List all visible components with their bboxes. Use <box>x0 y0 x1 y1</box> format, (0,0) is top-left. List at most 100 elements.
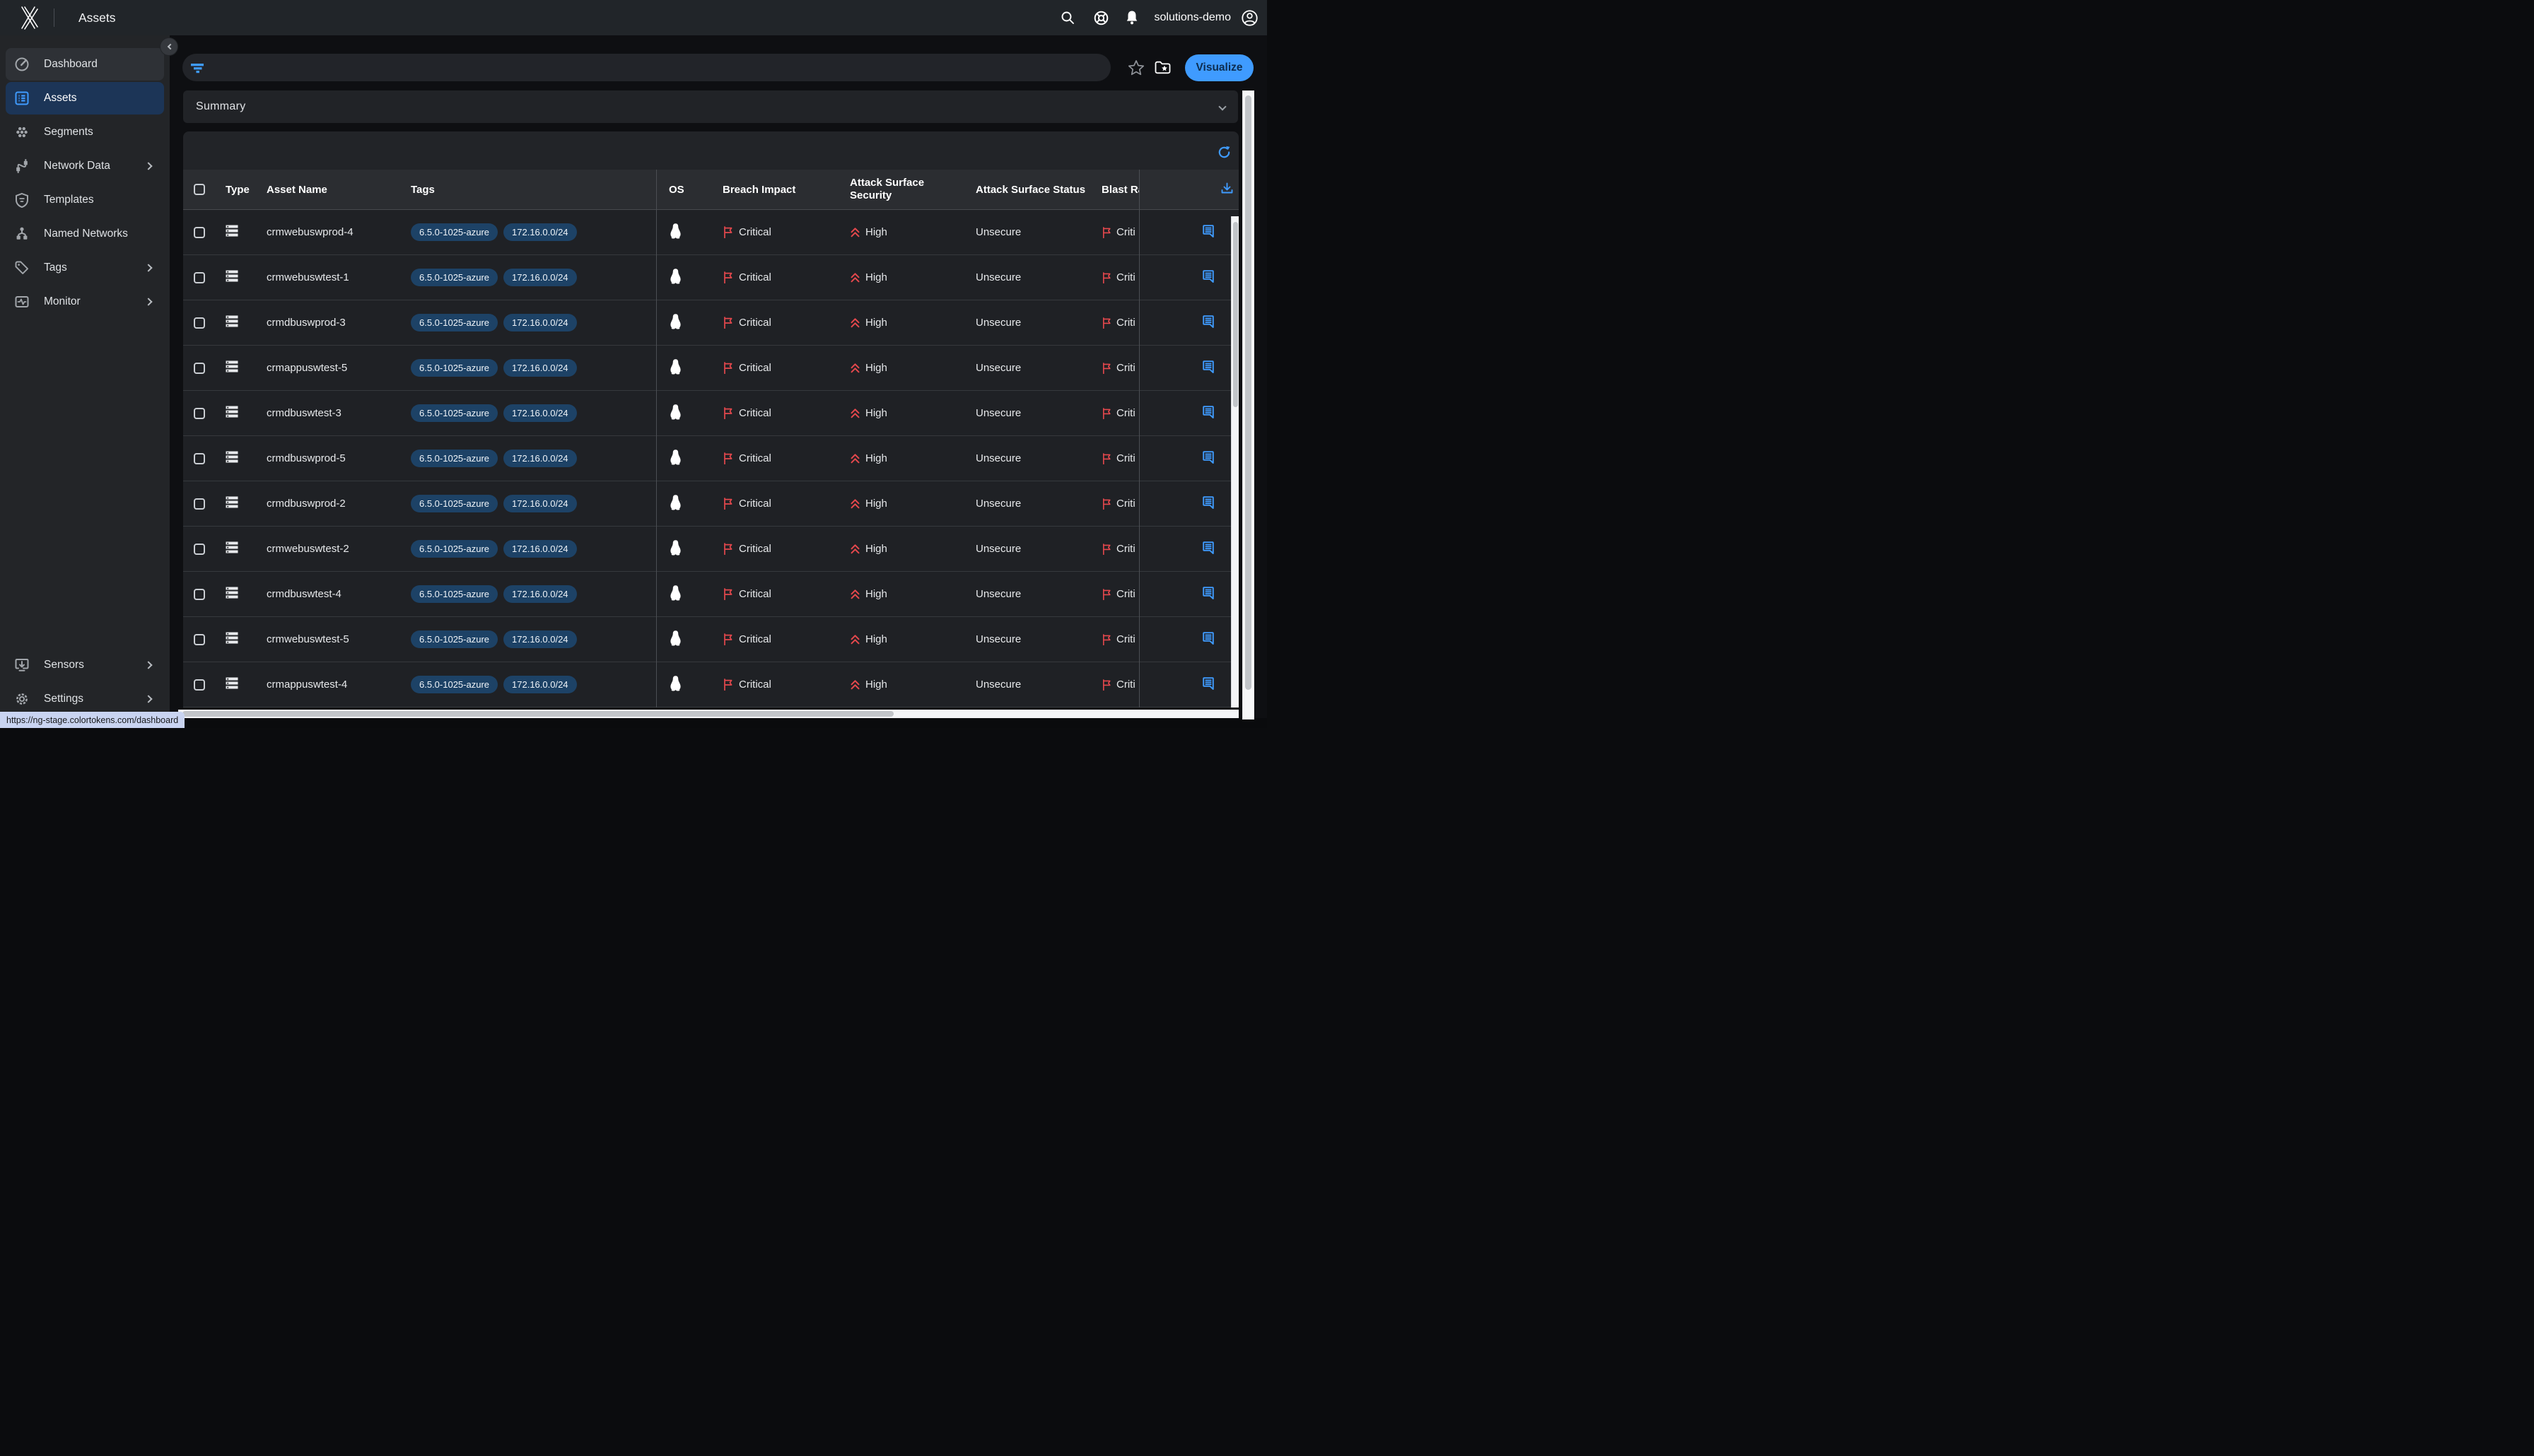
asset-name[interactable]: crmappuswtest-4 <box>250 679 395 691</box>
header-cell-attack-surface-security[interactable]: Attack Surface Security <box>839 177 965 201</box>
page-vertical-scrollbar[interactable] <box>1242 90 1254 720</box>
visualize-button[interactable]: Visualize <box>1185 54 1254 81</box>
asset-name[interactable]: crmwebuswtest-2 <box>250 543 395 555</box>
page-vertical-scrollbar-thumb[interactable] <box>1245 95 1251 690</box>
refresh-icon[interactable] <box>1215 143 1232 160</box>
favorite-star-icon[interactable] <box>1128 59 1145 76</box>
sidebar-item-dashboard[interactable]: Dashboard <box>6 48 164 81</box>
asset-name[interactable]: crmdbuswtest-3 <box>250 407 395 419</box>
row-checkbox[interactable] <box>194 227 205 238</box>
tag-pill[interactable]: 172.16.0.0/24 <box>503 404 577 422</box>
row-checkbox[interactable] <box>194 498 205 510</box>
tag-pill[interactable]: 6.5.0-1025-azure <box>411 404 498 422</box>
asset-details-bubble-icon[interactable] <box>1202 360 1215 374</box>
row-checkbox[interactable] <box>194 634 205 645</box>
asset-details-bubble-icon[interactable] <box>1202 269 1215 283</box>
tag-pill[interactable]: 6.5.0-1025-azure <box>411 676 498 693</box>
sidebar-item-named-networks[interactable]: Named Networks <box>6 218 164 250</box>
tag-pill[interactable]: 172.16.0.0/24 <box>503 630 577 648</box>
table-row[interactable]: crmwebuswtest-1 6.5.0-1025-azure 172.16.… <box>183 255 1239 300</box>
filter-query-input[interactable] <box>182 54 1111 81</box>
tag-pill[interactable]: 172.16.0.0/24 <box>503 676 577 693</box>
table-vertical-scrollbar[interactable] <box>1231 216 1239 708</box>
table-row[interactable]: crmdbuswtest-4 6.5.0-1025-azure 172.16.0… <box>183 572 1239 617</box>
sidebar-item-settings[interactable]: Settings <box>6 683 164 715</box>
table-row[interactable]: crmappuswtest-5 6.5.0-1025-azure 172.16.… <box>183 346 1239 391</box>
header-cell-os[interactable]: OS <box>656 184 713 196</box>
tag-pill[interactable]: 172.16.0.0/24 <box>503 223 577 241</box>
table-horizontal-scrollbar[interactable] <box>178 710 1239 718</box>
asset-name[interactable]: crmappuswtest-5 <box>250 362 395 374</box>
sidebar-item-monitor[interactable]: Monitor <box>6 286 164 318</box>
tag-pill[interactable]: 172.16.0.0/24 <box>503 540 577 558</box>
tag-pill[interactable]: 6.5.0-1025-azure <box>411 314 498 331</box>
header-cell-attack-surface-status[interactable]: Attack Surface Status <box>965 184 1093 196</box>
header-cell-breach-impact[interactable]: Breach Impact <box>713 184 839 196</box>
tag-pill[interactable]: 6.5.0-1025-azure <box>411 495 498 512</box>
account-avatar-icon[interactable] <box>1241 9 1259 27</box>
tag-pill[interactable]: 6.5.0-1025-azure <box>411 540 498 558</box>
row-checkbox[interactable] <box>194 272 205 283</box>
asset-details-bubble-icon[interactable] <box>1202 676 1215 691</box>
asset-name[interactable]: crmdbuswprod-2 <box>250 498 395 510</box>
table-row[interactable]: crmdbuswprod-2 6.5.0-1025-azure 172.16.0… <box>183 481 1239 527</box>
tag-pill[interactable]: 172.16.0.0/24 <box>503 585 577 603</box>
tag-pill[interactable]: 172.16.0.0/24 <box>503 314 577 331</box>
tag-pill[interactable]: 6.5.0-1025-azure <box>411 223 498 241</box>
table-row[interactable]: crmdbuswprod-5 6.5.0-1025-azure 172.16.0… <box>183 436 1239 481</box>
tag-pill[interactable]: 6.5.0-1025-azure <box>411 269 498 286</box>
chevron-down-icon[interactable] <box>1220 100 1225 113</box>
asset-name[interactable]: crmwebuswtest-5 <box>250 633 395 645</box>
asset-details-bubble-icon[interactable] <box>1202 315 1215 329</box>
tag-pill[interactable]: 172.16.0.0/24 <box>503 269 577 286</box>
sidebar-item-tags[interactable]: Tags <box>6 252 164 284</box>
row-checkbox[interactable] <box>194 408 205 419</box>
asset-details-bubble-icon[interactable] <box>1202 405 1215 419</box>
sidebar-item-network-data[interactable]: Network Data <box>6 150 164 182</box>
header-cell-tags[interactable]: Tags <box>395 184 656 196</box>
asset-name[interactable]: crmwebuswtest-1 <box>250 271 395 283</box>
search-icon[interactable] <box>1060 10 1075 25</box>
sidebar-collapse-button[interactable] <box>160 38 177 55</box>
summary-panel-header[interactable]: Summary <box>183 90 1238 123</box>
row-checkbox[interactable] <box>194 453 205 464</box>
row-checkbox[interactable] <box>194 679 205 691</box>
row-checkbox[interactable] <box>194 589 205 600</box>
row-checkbox[interactable] <box>194 317 205 329</box>
table-row[interactable]: crmwebuswprod-4 6.5.0-1025-azure 172.16.… <box>183 210 1239 255</box>
tag-pill[interactable]: 172.16.0.0/24 <box>503 450 577 467</box>
asset-details-bubble-icon[interactable] <box>1202 495 1215 510</box>
asset-details-bubble-icon[interactable] <box>1202 586 1215 600</box>
sidebar-item-segments[interactable]: Segments <box>6 116 164 148</box>
table-horizontal-scrollbar-thumb[interactable] <box>182 711 894 717</box>
sidebar-item-templates[interactable]: Templates <box>6 184 164 216</box>
table-row[interactable]: crmdbuswprod-3 6.5.0-1025-azure 172.16.0… <box>183 300 1239 346</box>
row-checkbox[interactable] <box>194 544 205 555</box>
tag-pill[interactable]: 6.5.0-1025-azure <box>411 585 498 603</box>
colortokens-logo-icon[interactable] <box>18 6 39 30</box>
asset-details-bubble-icon[interactable] <box>1202 224 1215 238</box>
tag-pill[interactable]: 172.16.0.0/24 <box>503 359 577 377</box>
select-all-checkbox[interactable] <box>194 184 205 195</box>
asset-name[interactable]: crmwebuswprod-4 <box>250 226 395 238</box>
asset-details-bubble-icon[interactable] <box>1202 450 1215 464</box>
table-row[interactable]: crmdbuswtest-3 6.5.0-1025-azure 172.16.0… <box>183 391 1239 436</box>
header-cell-blast-radius[interactable]: Blast Ra <box>1093 184 1139 196</box>
tag-pill[interactable]: 6.5.0-1025-azure <box>411 359 498 377</box>
asset-details-bubble-icon[interactable] <box>1202 541 1215 555</box>
notifications-bell-icon[interactable] <box>1125 10 1139 25</box>
help-lifebuoy-icon[interactable] <box>1093 10 1109 26</box>
table-row[interactable]: crmwebuswtest-2 6.5.0-1025-azure 172.16.… <box>183 527 1239 572</box>
asset-name[interactable]: crmdbuswtest-4 <box>250 588 395 600</box>
header-cell-type[interactable]: Type <box>215 184 250 196</box>
sidebar-item-sensors[interactable]: Sensors <box>6 649 164 681</box>
saved-filters-folder-icon[interactable] <box>1155 61 1171 74</box>
header-cell-asset-name[interactable]: Asset Name <box>250 184 395 196</box>
table-row[interactable]: crmwebuswtest-5 6.5.0-1025-azure 172.16.… <box>183 617 1239 662</box>
download-icon[interactable] <box>1220 182 1234 195</box>
org-name[interactable]: solutions-demo <box>1155 11 1232 24</box>
table-row[interactable]: crmappuswtest-4 6.5.0-1025-azure 172.16.… <box>183 662 1239 708</box>
asset-name[interactable]: crmdbuswprod-3 <box>250 317 395 329</box>
tag-pill[interactable]: 6.5.0-1025-azure <box>411 630 498 648</box>
tag-pill[interactable]: 172.16.0.0/24 <box>503 495 577 512</box>
